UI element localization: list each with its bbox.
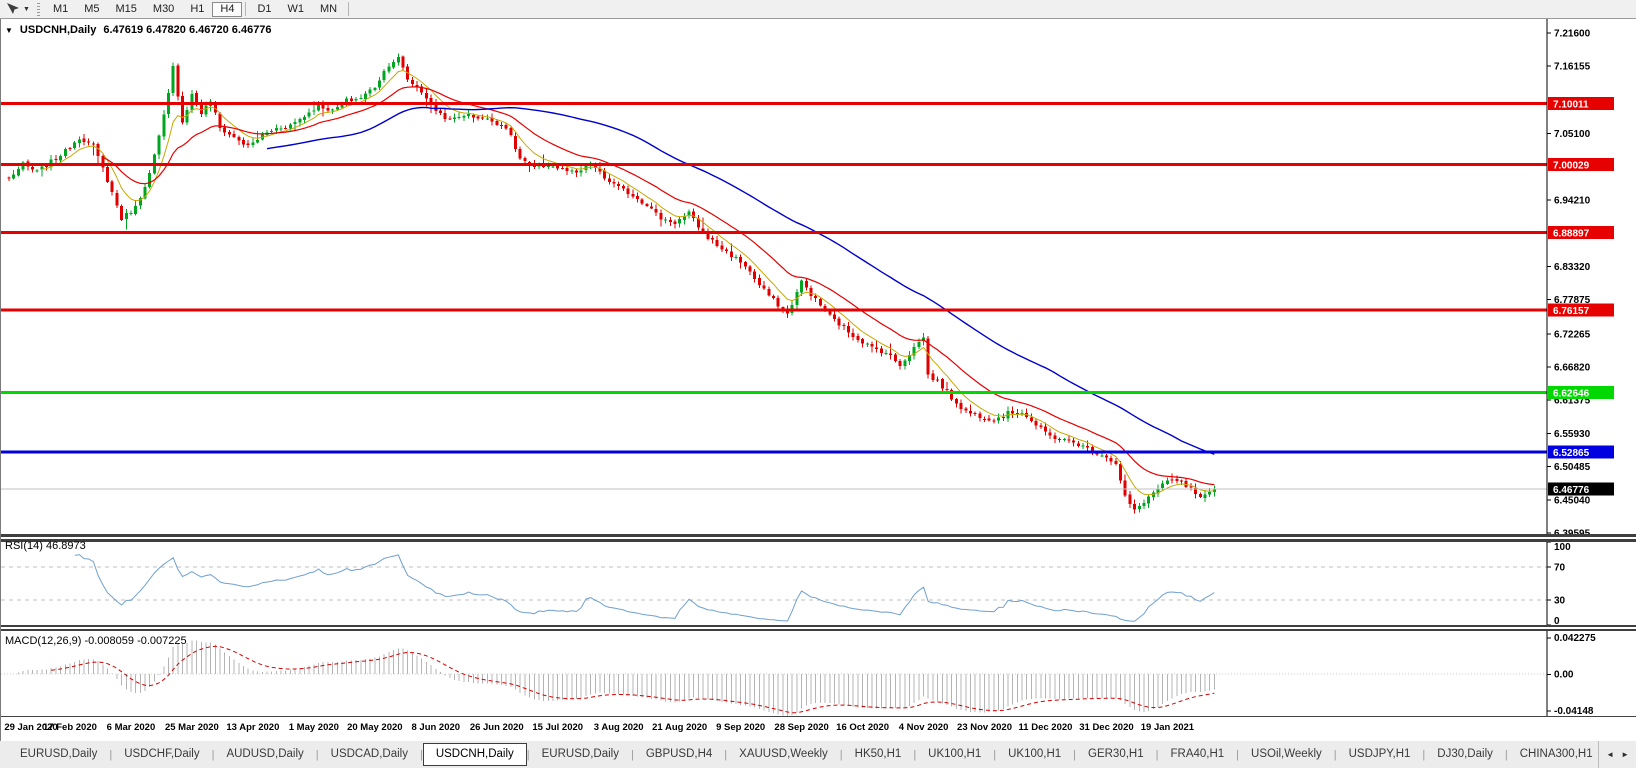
svg-text:7.05100: 7.05100 — [1554, 129, 1591, 140]
svg-text:0.00: 0.00 — [1554, 669, 1574, 680]
date-axis-label: 19 Jan 2021 — [1141, 722, 1194, 733]
timeframe-button-h1[interactable]: H1 — [182, 2, 212, 17]
chart-tab-audusd-daily[interactable]: AUDUSD,Daily — [214, 743, 315, 766]
tabs-scroll-right-icon[interactable]: ► — [1621, 750, 1629, 759]
svg-text:-0.04148: -0.04148 — [1554, 706, 1594, 716]
chart-tab-hk50-h1[interactable]: HK50,H1 — [843, 743, 914, 766]
tab-scroll-arrows: ◄ ► — [1598, 741, 1636, 768]
date-axis-label: 4 Nov 2020 — [899, 722, 949, 733]
svg-text:6.62646: 6.62646 — [1553, 389, 1590, 400]
crosshair-tool-button[interactable]: ▼ — [0, 2, 35, 16]
toolbar-divider — [348, 2, 349, 16]
chart-tab-usdchf-daily[interactable]: USDCHF,Daily — [112, 743, 211, 766]
chart-tab-eurusd-daily[interactable]: EURUSD,Daily — [530, 743, 631, 766]
svg-text:6.45040: 6.45040 — [1554, 495, 1591, 506]
date-axis-label: 31 Dec 2020 — [1079, 722, 1133, 733]
date-axis-label: 6 Mar 2020 — [107, 722, 156, 733]
timeframe-button-m30[interactable]: M30 — [145, 2, 182, 17]
svg-text:6.83320: 6.83320 — [1554, 262, 1591, 273]
chart-tab-usdjpy-h1[interactable]: USDJPY,H1 — [1337, 743, 1423, 766]
toolbar-grip[interactable] — [37, 3, 40, 16]
svg-text:7.10011: 7.10011 — [1553, 100, 1589, 111]
main-price-chart[interactable]: 7.216007.161557.051006.942106.833206.778… — [1, 19, 1636, 534]
svg-text:6.50485: 6.50485 — [1554, 462, 1591, 473]
candlesticks — [8, 53, 1216, 513]
chart-tab-usoil-weekly[interactable]: USOil,Weekly — [1239, 743, 1334, 766]
date-axis-label: 11 Dec 2020 — [1019, 722, 1073, 733]
macd-panel[interactable]: 0.042275 0.00 -0.04148 — [1, 631, 1636, 716]
chart-tab-dj30-daily[interactable]: DJ30,Daily — [1425, 743, 1505, 766]
date-axis: 29 Jan 202017 Feb 20206 Mar 202025 Mar 2… — [1, 716, 1636, 741]
date-axis-label: 8 Jun 2020 — [411, 722, 460, 733]
toolbar-divider — [245, 2, 246, 16]
date-axis-label: 13 Apr 2020 — [226, 722, 279, 733]
svg-text:0: 0 — [1554, 616, 1560, 625]
rsi-panel[interactable]: 100 70 30 0 — [1, 542, 1636, 625]
chart-tab-fra40-h1[interactable]: FRA40,H1 — [1158, 743, 1236, 766]
chart-symbol-title: USDCNH,Daily — [20, 24, 96, 36]
chart-tab-ger30-h1[interactable]: GER30,H1 — [1076, 743, 1156, 766]
timeframe-button-w1[interactable]: W1 — [280, 2, 313, 17]
macd-histogram — [18, 640, 1214, 716]
svg-text:30: 30 — [1554, 596, 1566, 607]
tabs-scroll-left-icon[interactable]: ◄ — [1606, 750, 1614, 759]
svg-text:7.21600: 7.21600 — [1554, 29, 1591, 40]
macd-indicator-label: MACD(12,26,9) -0.008059 -0.007225 — [5, 635, 187, 647]
date-axis-label: 20 May 2020 — [347, 722, 402, 733]
date-axis-label: 9 Sep 2020 — [716, 722, 765, 733]
svg-text:6.72265: 6.72265 — [1554, 329, 1591, 340]
date-axis-label: 28 Sep 2020 — [774, 722, 828, 733]
date-axis-label: 16 Oct 2020 — [836, 722, 889, 733]
date-axis-label: 1 May 2020 — [289, 722, 339, 733]
date-axis-label: 23 Nov 2020 — [957, 722, 1012, 733]
svg-text:6.55930: 6.55930 — [1554, 429, 1591, 440]
svg-text:7.00029: 7.00029 — [1553, 161, 1590, 172]
svg-text:70: 70 — [1554, 562, 1566, 573]
timeframe-buttons: M1M5M15M30H1H4 D1W1MN — [45, 2, 352, 17]
chart-ohlc-values: 6.47619 6.47820 6.46720 6.46776 — [103, 24, 271, 36]
timeframe-button-m5[interactable]: M5 — [76, 2, 107, 17]
date-axis-label: 15 Jul 2020 — [532, 722, 583, 733]
date-axis-label: 3 Aug 2020 — [594, 722, 644, 733]
chart-tab-uk100-h1[interactable]: UK100,H1 — [916, 743, 993, 766]
chart-tab-uk100-h1[interactable]: UK100,H1 — [996, 743, 1073, 766]
date-axis-label: 26 Jun 2020 — [470, 722, 524, 733]
timeframe-button-mn[interactable]: MN — [312, 2, 345, 17]
chart-tab-bar: EURUSD,Daily|USDCHF,Daily|AUDUSD,Daily|U… — [0, 740, 1636, 768]
svg-text:0.042275: 0.042275 — [1554, 633, 1596, 644]
chart-tab-xauusd-weekly[interactable]: XAUUSD,Weekly — [727, 743, 840, 766]
collapse-arrow-icon[interactable]: ▼ — [5, 26, 13, 35]
chart-tab-eurusd-daily[interactable]: EURUSD,Daily — [8, 743, 109, 766]
chart-title-line: ▼ USDCNH,Daily 6.47619 6.47820 6.46720 6… — [5, 24, 272, 36]
svg-text:6.66820: 6.66820 — [1554, 363, 1591, 374]
chart-tab-gbpusd-h4[interactable]: GBPUSD,H4 — [634, 743, 724, 766]
chart-window: ▼ USDCNH,Daily 6.47619 6.47820 6.46720 6… — [0, 19, 1636, 740]
svg-text:6.94210: 6.94210 — [1554, 196, 1591, 207]
rsi-indicator-label: RSI(14) 46.8973 — [5, 540, 86, 552]
svg-text:6.46776: 6.46776 — [1553, 485, 1590, 496]
panel-separator[interactable] — [1, 534, 1636, 542]
svg-text:6.52865: 6.52865 — [1553, 448, 1590, 459]
timeframe-button-d1[interactable]: D1 — [249, 2, 279, 17]
svg-text:6.76157: 6.76157 — [1553, 306, 1590, 317]
date-axis-label: 17 Feb 2020 — [43, 722, 97, 733]
timeframe-toolbar: ▼ M1M5M15M30H1H4 D1W1MN — [0, 0, 1636, 19]
svg-text:100: 100 — [1554, 542, 1571, 553]
chart-tab-china300-h1[interactable]: CHINA300,H1 — [1508, 743, 1598, 766]
timeframe-button-h4[interactable]: H4 — [212, 2, 242, 17]
cursor-icon — [5, 2, 20, 16]
timeframe-button-m1[interactable]: M1 — [45, 2, 76, 17]
svg-text:6.39595: 6.39595 — [1554, 529, 1591, 535]
svg-text:6.88897: 6.88897 — [1553, 228, 1590, 239]
chart-tab-usdcad-daily[interactable]: USDCAD,Daily — [319, 743, 420, 766]
date-axis-label: 21 Aug 2020 — [652, 722, 707, 733]
date-axis-label: 25 Mar 2020 — [165, 722, 219, 733]
svg-text:7.16155: 7.16155 — [1554, 62, 1591, 73]
chevron-down-icon: ▼ — [23, 6, 30, 13]
chart-tabs: EURUSD,Daily|USDCHF,Daily|AUDUSD,Daily|U… — [0, 741, 1598, 768]
chart-tab-usdcnh-daily[interactable]: USDCNH,Daily — [423, 743, 527, 766]
timeframe-button-m15[interactable]: M15 — [108, 2, 145, 17]
